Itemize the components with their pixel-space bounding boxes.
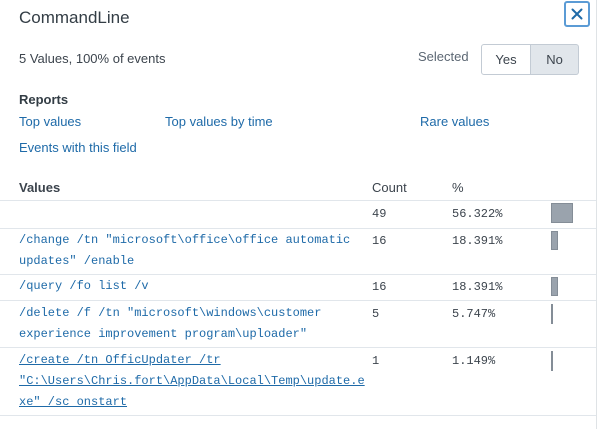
values-column-header: Values <box>19 180 61 195</box>
top-values-by-time-link[interactable]: Top values by time <box>165 114 273 129</box>
percent-cell: 1.149% <box>452 354 496 368</box>
percent-cell: 18.391% <box>452 280 503 294</box>
header-divider <box>0 200 596 201</box>
field-summary-panel: CommandLine 5 Values, 100% of events Sel… <box>0 0 597 429</box>
close-icon <box>571 8 583 20</box>
count-cell: 1 <box>372 354 380 368</box>
count-cell: 16 <box>372 280 387 294</box>
percent-cell: 56.322% <box>452 207 503 221</box>
top-values-link[interactable]: Top values <box>19 114 81 129</box>
close-button[interactable] <box>564 1 590 27</box>
value-line: "C:\Users\Chris.fort\AppData\Local\Temp\… <box>19 374 365 388</box>
percent-bar <box>551 304 553 324</box>
percent-bar <box>551 351 553 371</box>
value-line: updates" /enable <box>19 254 135 268</box>
selected-yes-button[interactable]: Yes <box>481 44 531 75</box>
count-cell: 49 <box>372 207 387 221</box>
selected-toggle: Yes No <box>481 44 579 75</box>
reports-heading: Reports <box>19 92 69 107</box>
value-cell[interactable]: /delete /f /tn "microsoft\windows\custom… <box>19 303 321 345</box>
value-cell[interactable]: /change /tn "microsoft\office\office aut… <box>19 230 350 272</box>
percent-bar <box>551 277 558 296</box>
percent-bar <box>551 203 573 223</box>
count-column-header[interactable]: Count <box>372 180 407 195</box>
count-cell: 5 <box>372 307 380 321</box>
value-cell[interactable]: /query /fo list /v <box>19 276 149 297</box>
rare-values-link[interactable]: Rare values <box>420 114 489 129</box>
row-divider <box>0 415 596 416</box>
count-cell: 16 <box>372 234 387 248</box>
percent-column-header[interactable]: % <box>452 180 464 195</box>
value-line: /query /fo list /v <box>19 279 149 293</box>
percent-cell: 5.747% <box>452 307 496 321</box>
value-cell[interactable]: /create /tn OfficUpdater /tr "C:\Users\C… <box>19 350 365 413</box>
row-divider <box>0 347 596 348</box>
value-line: /create /tn OfficUpdater /tr <box>19 353 221 367</box>
selected-no-button[interactable]: No <box>531 44 579 75</box>
value-line: /change /tn "microsoft\office\office aut… <box>19 233 351 247</box>
selected-label: Selected <box>418 49 469 64</box>
row-divider <box>0 274 596 275</box>
value-line: experience improvement program\uploader" <box>19 327 308 341</box>
events-with-field-link[interactable]: Events with this field <box>19 140 137 155</box>
percent-bar <box>551 231 558 250</box>
value-line: xe" /sc onstart <box>19 395 128 409</box>
row-divider <box>0 300 596 301</box>
row-divider <box>0 228 596 229</box>
values-summary: 5 Values, 100% of events <box>19 51 166 66</box>
value-line: /delete /f /tn "microsoft\windows\custom… <box>19 306 322 320</box>
panel-title: CommandLine <box>19 8 130 27</box>
percent-cell: 18.391% <box>452 234 503 248</box>
